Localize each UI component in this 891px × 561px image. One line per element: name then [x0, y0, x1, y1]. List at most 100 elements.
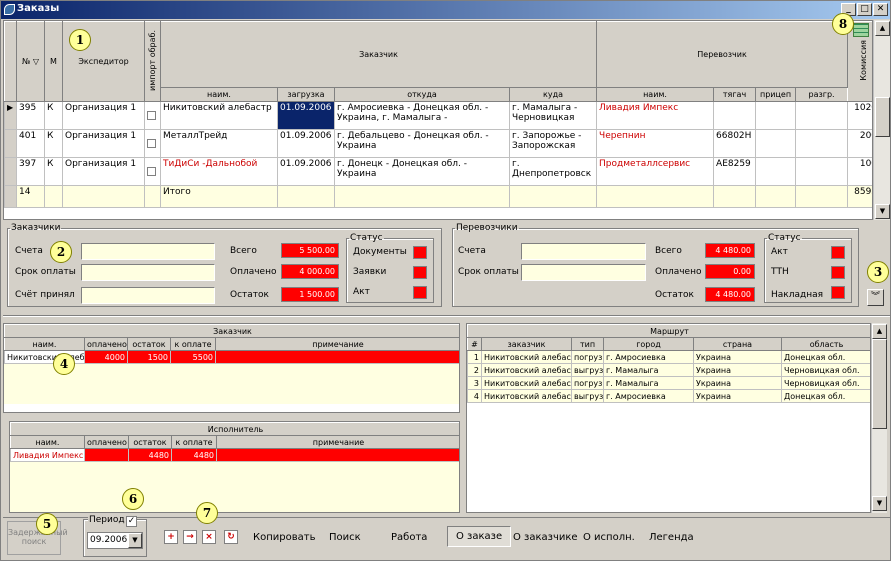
table-row[interactable]: 401 К Организация 1 МеталлТрейд 01.09.20…: [4, 129, 872, 158]
search-button[interactable]: Поиск: [329, 532, 361, 543]
copy-button[interactable]: Копировать: [253, 532, 315, 543]
splitter[interactable]: [3, 315, 890, 317]
rp-cell[interactable]: г. Амросиевка: [603, 389, 694, 403]
rp-cell[interactable]: Украина: [693, 389, 782, 403]
cell-to[interactable]: г. Мамалыга - Черновицкая: [508, 101, 598, 130]
about-customer-button[interactable]: О заказчике: [513, 532, 578, 543]
rp-cell[interactable]: 3: [467, 376, 482, 390]
rp-col-customer[interactable]: заказчик: [481, 337, 572, 351]
col-carrier-name-header[interactable]: наим.: [596, 87, 715, 102]
orders-grid[interactable]: № ▽ М Экспедитор импорт обраб. Заказчик …: [3, 20, 873, 220]
rp-cell[interactable]: Черновицкая обл.: [781, 363, 870, 377]
cell-commission[interactable]: 200: [847, 129, 872, 158]
cell-load[interactable]: 01.09.2006: [277, 101, 335, 130]
add-record-icon[interactable]: +: [164, 530, 178, 544]
cell-load[interactable]: 01.09.2006: [277, 157, 335, 186]
cell-name[interactable]: Никитовский алебастр: [160, 101, 278, 130]
cell-unload[interactable]: [795, 129, 849, 158]
cp-col-name[interactable]: наим.: [4, 337, 85, 351]
cell-num[interactable]: 397: [16, 157, 45, 186]
cell-from[interactable]: г. Дебальцево - Донецкая обл. - Украина: [334, 129, 510, 158]
rp-cell[interactable]: г. Мамалыга: [603, 363, 694, 377]
collapse-chevron-icon[interactable]: ︾: [867, 289, 884, 306]
cell-unload[interactable]: [795, 157, 849, 186]
col-name-header[interactable]: наим.: [160, 87, 278, 102]
cell-trailer[interactable]: [755, 157, 797, 186]
rp-col-num[interactable]: #: [467, 337, 482, 351]
ep-col-rest[interactable]: остаток: [128, 435, 172, 449]
rp-cell[interactable]: Донецкая обл.: [781, 389, 870, 403]
rp-cell[interactable]: Никитовский алебастр: [481, 350, 572, 364]
rp-cell[interactable]: г. Мамалыга: [603, 376, 694, 390]
cp-col-note[interactable]: примечание: [215, 337, 459, 351]
cp-cell-paid[interactable]: 4000: [84, 350, 128, 364]
scroll-down-icon[interactable]: ▼: [875, 204, 890, 219]
rp-cell[interactable]: Донецкая обл.: [781, 350, 870, 364]
rp-cell[interactable]: Украина: [693, 376, 782, 390]
rp-cell[interactable]: выгрузка: [571, 363, 604, 377]
ep-col-name[interactable]: наим.: [10, 435, 85, 449]
col-to-header[interactable]: куда: [508, 87, 598, 102]
rp-cell[interactable]: 4: [467, 389, 482, 403]
rp-col-country[interactable]: страна: [693, 337, 782, 351]
col-trailer-header[interactable]: прицеп: [755, 87, 797, 102]
cell-trailer[interactable]: [755, 101, 797, 130]
cell-m[interactable]: К: [44, 129, 63, 158]
scroll-up-icon[interactable]: ▲: [875, 21, 890, 36]
scroll-thumb[interactable]: [875, 97, 890, 137]
grid-settings-icon[interactable]: [853, 23, 869, 37]
rp-cell[interactable]: погрузка: [571, 350, 604, 364]
cp-col-rest[interactable]: остаток: [127, 337, 171, 351]
col-load-header[interactable]: загрузка: [277, 87, 335, 102]
cell-num[interactable]: 395: [16, 101, 45, 130]
close-button[interactable]: ✕: [873, 3, 888, 16]
col-num-header[interactable]: № ▽: [16, 21, 45, 102]
cell-name[interactable]: МеталлТрейд: [160, 129, 278, 158]
rp-col-city[interactable]: город: [603, 337, 694, 351]
table-row[interactable]: 1 Никитовский алебастр погрузка г. Амрос…: [467, 350, 870, 364]
cell-truck[interactable]: АЕ8259: [713, 157, 757, 186]
cell-commission[interactable]: 100: [847, 157, 872, 186]
table-row[interactable]: 397 К Организация 1 ТиДиСи -Дальнобой 01…: [4, 157, 872, 186]
table-row[interactable]: 3 Никитовский алебастр погрузка г. Мамал…: [467, 376, 870, 390]
rp-col-type[interactable]: тип: [571, 337, 604, 351]
rp-cell[interactable]: Никитовский алебастр: [481, 389, 572, 403]
ep-col-paid[interactable]: оплачено: [84, 435, 129, 449]
cp-cell-topay[interactable]: 5500: [170, 350, 216, 364]
col-truck-header[interactable]: тягач: [713, 87, 757, 102]
import-checkbox[interactable]: [144, 129, 161, 158]
rp-col-region[interactable]: область: [781, 337, 870, 351]
cp-cell-rest[interactable]: 1500: [127, 350, 171, 364]
about-executor-button[interactable]: О исполн.: [583, 532, 635, 543]
cell-to[interactable]: г. Запорожье - Запорожская: [508, 129, 598, 158]
chevron-down-icon[interactable]: ▼: [128, 533, 142, 548]
carriers-term-field[interactable]: [521, 264, 646, 281]
rp-cell[interactable]: Никитовский алебастр: [481, 376, 572, 390]
col-import-header[interactable]: импорт обраб.: [144, 21, 161, 102]
route-vscrollbar[interactable]: ▲ ▼: [871, 323, 887, 513]
cell-load[interactable]: 01.09.2006: [277, 129, 335, 158]
cp-col-topay[interactable]: к оплате: [170, 337, 216, 351]
col-unload-header[interactable]: разгр.: [795, 87, 849, 102]
rp-cell[interactable]: погрузка: [571, 376, 604, 390]
about-order-button[interactable]: О заказе: [447, 526, 512, 547]
cell-carrier[interactable]: Продметаллсервис: [596, 157, 715, 186]
scroll-up-icon[interactable]: ▲: [872, 324, 887, 339]
cell-m[interactable]: К: [44, 157, 63, 186]
ep-cell-rest[interactable]: 4480: [128, 448, 172, 462]
maximize-button[interactable]: □: [857, 3, 872, 16]
rp-cell[interactable]: 1: [467, 350, 482, 364]
cell-m[interactable]: К: [44, 101, 63, 130]
cell-from[interactable]: г. Амросиевка - Донецкая обл. - Украина,…: [334, 101, 510, 130]
refresh-record-icon[interactable]: ↻: [224, 530, 238, 544]
customers-accepted-field[interactable]: [81, 287, 215, 304]
period-select[interactable]: 09.2006 ▼: [87, 532, 143, 549]
legend-button[interactable]: Легенда: [649, 532, 694, 543]
work-button[interactable]: Работа: [391, 532, 427, 543]
scroll-down-icon[interactable]: ▼: [872, 496, 887, 511]
grid-vscrollbar[interactable]: ▲ ▼: [873, 20, 890, 220]
cell-truck[interactable]: 66802Н: [713, 129, 757, 158]
scroll-thumb[interactable]: [872, 339, 887, 429]
rp-cell[interactable]: Украина: [693, 350, 782, 364]
ep-cell-name[interactable]: Ливадия Импекс: [10, 448, 85, 462]
